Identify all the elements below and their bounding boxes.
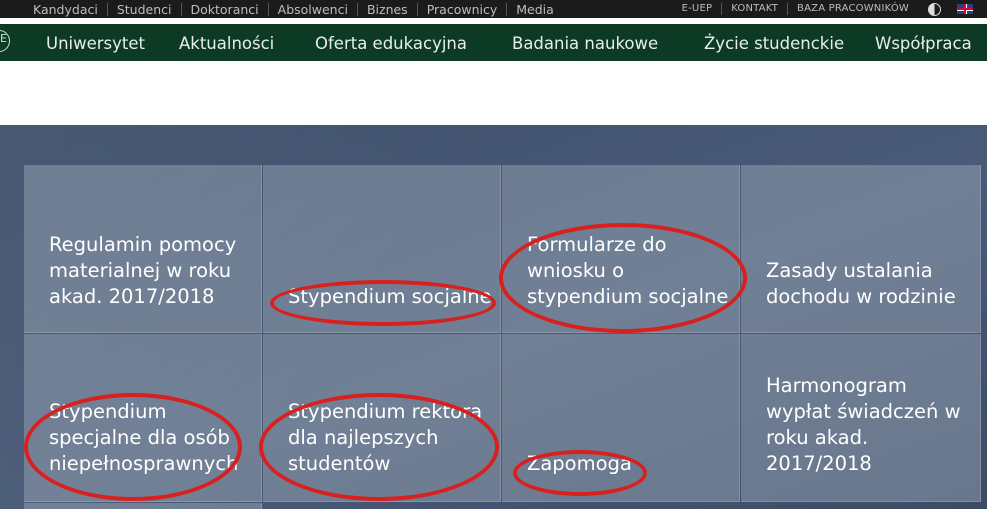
tile-title: Zasady ustalania dochodu w rodzinie <box>766 259 956 308</box>
nav-uniwersytet[interactable]: Uniwersytet <box>46 24 145 64</box>
university-logo-icon[interactable] <box>0 30 10 52</box>
tile-zapomoga[interactable]: Zapomoga <box>502 334 740 502</box>
link-doktoranci[interactable]: Doktoranci <box>180 2 268 16</box>
contrast-icon[interactable] <box>928 2 941 16</box>
tile-title: Stypendium specjalne dla osób niepełnospra… <box>49 400 239 475</box>
nav-aktualnosci[interactable]: Aktualności <box>179 24 274 64</box>
tile-title: Stypendium rektora dla najlepszych student… <box>288 400 483 475</box>
link-kandydaci[interactable]: Kandydaci <box>24 3 107 16</box>
tile-title: Stypendium socjalne <box>288 285 492 308</box>
tile-stypendium-socjalne[interactable]: Stypendium socjalne <box>263 165 501 333</box>
nav-wspolpraca[interactable]: Współpraca <box>875 24 972 64</box>
utility-links: E-UEP KONTAKT BAZA PRACOWNIKÓW <box>673 0 979 18</box>
tile-stypendium-rektora[interactable]: Stypendium rektora dla najlepszych student… <box>263 334 501 502</box>
nav-badania-naukowe[interactable]: Badania naukowe <box>512 24 658 64</box>
tile-title: Formularze do wniosku o stypendium socjaln… <box>527 233 729 308</box>
uk-flag-icon[interactable] <box>957 4 973 14</box>
link-baza-pracownikow[interactable]: BAZA PRACOWNIKÓW <box>787 3 918 15</box>
tile-partial <box>24 503 262 509</box>
link-kontakt[interactable]: KONTAKT <box>721 3 787 15</box>
tile-regulamin[interactable]: Regulamin pomocy materialnej w roku akad. … <box>24 165 262 333</box>
link-biznes[interactable]: Biznes <box>356 2 417 16</box>
tile-title: Harmonogram wypłat świadczeń w roku akad. 2… <box>766 374 961 475</box>
tile-title: Regulamin pomocy materialnej w roku akad. … <box>49 233 237 308</box>
tile-stypendium-specjalne[interactable]: Stypendium specjalne dla osób niepełnospra… <box>24 334 262 502</box>
tile-formularze[interactable]: Formularze do wniosku o stypendium socjaln… <box>502 165 740 333</box>
top-utility-bar: Kandydaci Studenci Doktoranci Absolwenci… <box>0 0 987 18</box>
tile-harmonogram[interactable]: Harmonogram wypłat świadczeń w roku akad. 2… <box>741 334 981 502</box>
tile-title: Zapomoga <box>527 452 632 475</box>
link-media[interactable]: Media <box>506 2 563 16</box>
nav-zycie-studenckie[interactable]: Życie studenckie <box>704 24 844 64</box>
main-navigation: Uniwersytet Aktualności Oferta edukacyjn… <box>0 24 987 61</box>
link-absolwenci[interactable]: Absolwenci <box>267 2 357 16</box>
link-studenci[interactable]: Studenci <box>106 2 181 16</box>
tile-zasady-dochodu[interactable]: Zasady ustalania dochodu w rodzinie <box>741 165 981 333</box>
link-pracownicy[interactable]: Pracownicy <box>416 2 507 16</box>
tiles-grid: Regulamin pomocy materialnej w roku akad. … <box>24 165 981 509</box>
nav-oferta-edukacyjna[interactable]: Oferta edukacyjna <box>315 24 467 64</box>
link-e-uep[interactable]: E-UEP <box>673 3 722 15</box>
audience-links: Kandydaci Studenci Doktoranci Absolwenci… <box>24 0 563 18</box>
